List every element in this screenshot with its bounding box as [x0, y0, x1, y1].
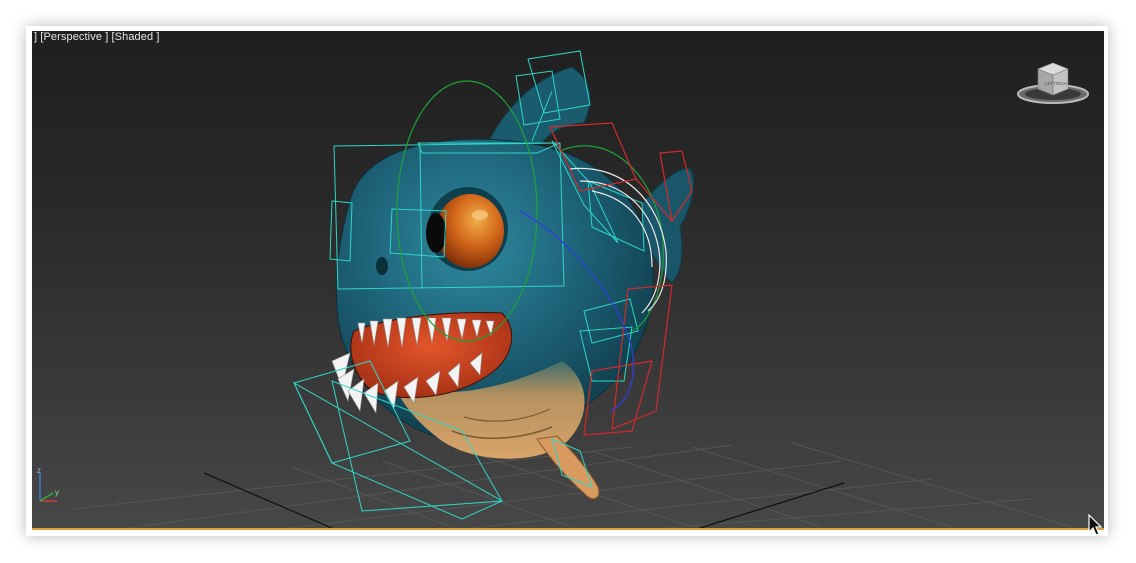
viewcube-face-left[interactable]: LEFT: [1045, 81, 1056, 86]
perspective-viewport[interactable]: ] [Perspective ] [Shaded ] LEFT RIGHT z …: [32, 31, 1104, 530]
axis-tripod: z y: [35, 465, 67, 505]
z-axis-label: z: [37, 466, 41, 475]
dorsal-fin[interactable]: [483, 66, 591, 152]
y-axis-line: [39, 492, 54, 502]
viewport-label[interactable]: ] [Perspective ] [Shaded ]: [34, 31, 160, 43]
y-axis-label: y: [55, 488, 59, 497]
mouse-pointer-icon: [1088, 513, 1103, 536]
viewcube-face-right[interactable]: RIGHT: [1056, 81, 1070, 86]
fish-body[interactable]: [335, 138, 654, 459]
viewcube-icon[interactable]: LEFT RIGHT: [1016, 61, 1090, 107]
viewcube[interactable]: LEFT RIGHT: [1016, 61, 1090, 107]
scene-canvas[interactable]: [32, 31, 1104, 530]
grid-main-axes: [203, 472, 845, 528]
